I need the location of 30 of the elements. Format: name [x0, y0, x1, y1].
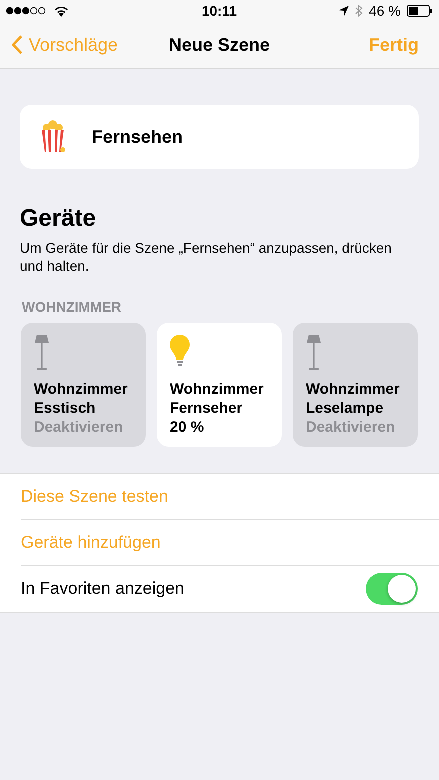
battery-icon — [407, 5, 433, 17]
device-status: 20 % — [170, 418, 206, 437]
device-name: Wohnzimmer Fernseher — [170, 380, 265, 418]
device-status: Deaktivieren — [34, 418, 124, 437]
lamp-icon — [306, 335, 322, 371]
chevron-left-icon — [12, 35, 23, 55]
bluetooth-icon — [355, 5, 364, 17]
room-label: WOHNZIMMER — [22, 299, 123, 315]
popcorn-icon — [40, 120, 66, 154]
device-tile[interactable]: Wohnzimmer Esstisch Deaktivieren — [21, 323, 146, 447]
nav-title: Neue Szene — [168, 34, 270, 56]
device-status: Deaktivieren — [306, 418, 396, 437]
signal-icon — [6, 7, 48, 15]
row-label: In Favoriten anzeigen — [21, 579, 184, 599]
battery-percentage: 46 % — [369, 3, 401, 19]
lamp-icon — [34, 335, 50, 371]
status-time: 10:11 — [202, 3, 238, 19]
scene-card[interactable]: Fernsehen — [20, 105, 419, 169]
location-arrow-icon — [339, 6, 350, 16]
device-tile[interactable]: Wohnzimmer Fernseher 20 % — [157, 323, 282, 447]
device-name: Wohnzimmer Esstisch — [34, 380, 129, 418]
device-name: Wohnzimmer Leselampe — [306, 380, 401, 418]
section-heading: Geräte — [20, 205, 98, 233]
back-label: Vorschläge — [29, 34, 118, 56]
wifi-icon — [54, 6, 69, 16]
light-bulb-icon — [170, 335, 190, 367]
section-description: Um Geräte für die Szene „Fernsehen“ anzupassen, drücken und halten. — [20, 239, 393, 275]
toggle-switch[interactable] — [366, 573, 418, 605]
device-tile[interactable]: Wohnzimmer Leselampe Deaktivieren — [293, 323, 418, 447]
scene-name: Fernsehen — [92, 126, 184, 148]
